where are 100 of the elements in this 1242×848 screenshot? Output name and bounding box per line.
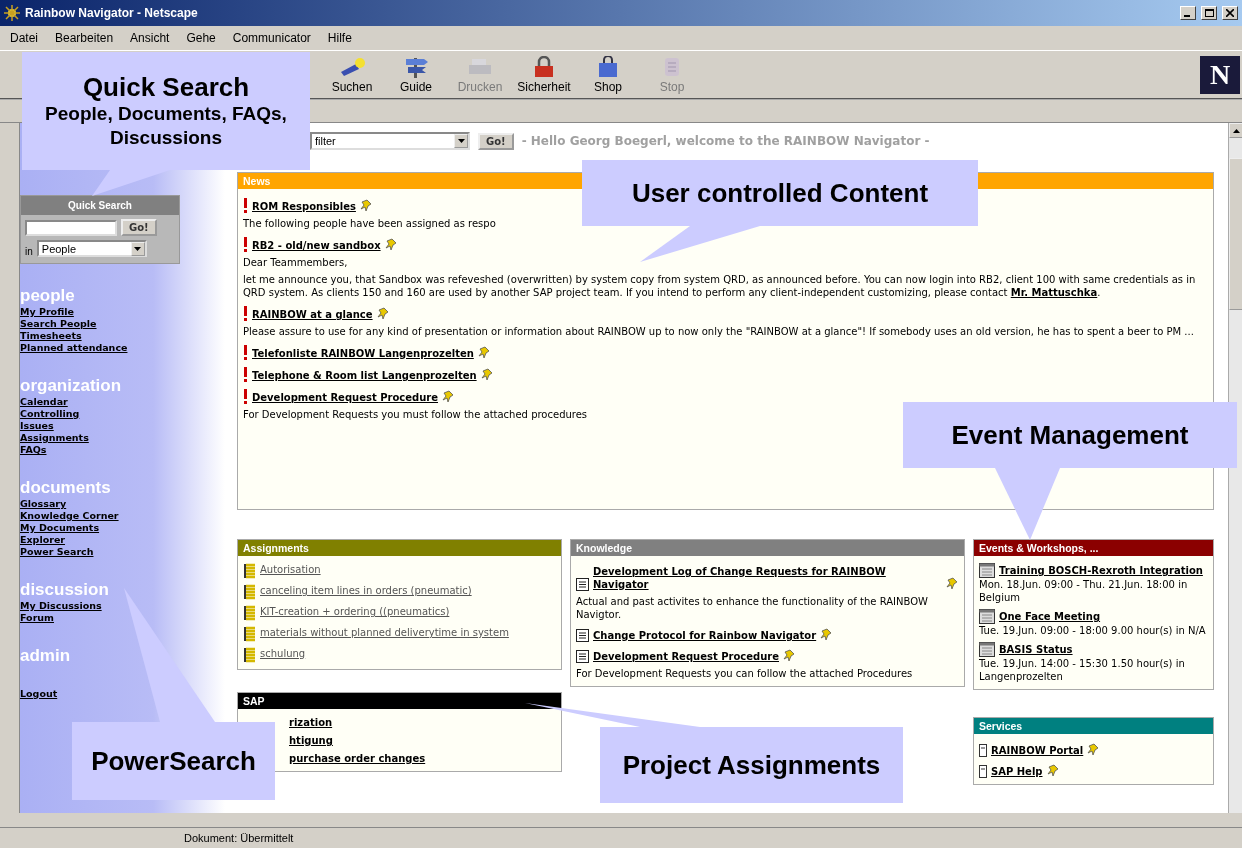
menu-item[interactable]: Hilfe (327, 29, 352, 47)
panel-header: SAP (238, 693, 561, 709)
sidebar-link[interactable]: Power Search (20, 546, 94, 558)
sidebar-link[interactable]: Controlling (20, 408, 80, 420)
event-link[interactable]: One Face Meeting (999, 610, 1101, 623)
service-link[interactable]: RAINBOW Portal (991, 744, 1084, 757)
headline-link[interactable]: RAINBOW at a glance (252, 308, 373, 321)
sidebar-link[interactable]: Calendar (20, 396, 68, 408)
filter-dropdown[interactable]: filter (310, 132, 470, 150)
assignment-link[interactable]: KIT-creation + ordering ((pneumatics) (260, 605, 450, 618)
assignment-link[interactable]: Autorisation (260, 563, 321, 576)
toolbar-button[interactable]: Suchen (320, 53, 384, 96)
assignment-link[interactable]: canceling item lines in orders (pneumatic) (260, 584, 472, 597)
close-button[interactable] (1222, 6, 1238, 20)
section-heading: organization (20, 376, 123, 396)
sidebar-link[interactable]: Assignments (20, 432, 89, 444)
menu-item[interactable]: Bearbeiten (55, 29, 114, 47)
headline-link[interactable]: Development Request Procedure (593, 650, 779, 663)
exclamation-icon (243, 198, 248, 213)
headline-link[interactable]: Development Request Procedure (252, 391, 438, 404)
sidebar-link[interactable]: Glossary (20, 498, 67, 510)
sidebar-link[interactable]: Planned attendance (20, 342, 128, 354)
go-button[interactable]: Go! (478, 132, 514, 150)
document-icon (576, 578, 589, 591)
page-icon (979, 765, 987, 778)
headline-link[interactable]: RB2 - old/new sandbox (252, 239, 381, 252)
service-link[interactable]: SAP Help (991, 765, 1043, 778)
scroll-thumb[interactable] (1229, 158, 1242, 310)
exclamation-icon (243, 306, 248, 321)
document-icon (576, 629, 589, 642)
sidebar-link[interactable]: My Documents (20, 522, 100, 534)
section-heading: admin (20, 646, 72, 666)
callout-title: Project Assignments (622, 750, 881, 780)
toolbar-button[interactable]: Sicherheit (512, 53, 576, 96)
sidebar-link[interactable]: Search People (20, 318, 97, 330)
sidebar-link[interactable]: Forum (20, 612, 54, 624)
scrollbar[interactable] (1228, 123, 1242, 813)
panel-header: Services (974, 718, 1213, 734)
sap-link[interactable]: htigung (289, 734, 333, 747)
callout-title: PowerSearch (91, 746, 256, 776)
document-icon (576, 650, 589, 663)
menu-item[interactable]: Communicator (232, 29, 311, 47)
go-button[interactable]: Go! (121, 219, 157, 236)
sap-link[interactable]: rization (289, 716, 333, 729)
toolbar-button[interactable]: Shop (576, 53, 640, 96)
sap-link[interactable]: purchase order changes (289, 752, 426, 765)
headline-link[interactable]: Development Log of Change Requests for RAINBOW Navigator (593, 565, 943, 591)
calendar-icon (979, 609, 995, 624)
news-text: Please assure to use for any kind of presentation or information about RAINBOW up to now only the "RAINBOW at a glance"! If somebody uses an old version, he has to spent a beer to PM ... (243, 325, 1195, 338)
headline-link[interactable]: ROM Responsibles (252, 200, 356, 213)
flashlight-icon (338, 55, 366, 78)
pin-icon (946, 577, 959, 591)
sidebar-link[interactable]: FAQs (20, 444, 47, 456)
scroll-up-icon (1232, 128, 1240, 133)
event-link[interactable]: Training BOSCH-Rexroth Integration (999, 564, 1203, 577)
menu-item[interactable]: Datei (10, 29, 38, 47)
sidebar-link[interactable]: My Discussions (20, 600, 102, 612)
pin-icon (376, 307, 390, 321)
news-text: The following people have been assigned as respo (243, 217, 497, 230)
dropdown-arrow-icon (134, 246, 142, 251)
stack-icon (243, 647, 257, 663)
headline-link[interactable]: Telefonliste RAINBOW Langenprozelten (252, 347, 474, 360)
window-title: Rainbow Navigator - Netscape (25, 6, 199, 20)
scope-dropdown[interactable]: People (36, 240, 147, 257)
sidebar-link[interactable]: Logout (20, 688, 58, 700)
sidebar-link[interactable]: Timesheets (20, 330, 82, 342)
dropdown-arrow-icon (457, 139, 465, 143)
exclamation-icon (243, 389, 248, 404)
menu-item[interactable]: Gehe (186, 29, 216, 47)
callout-subtitle: People, Documents, FAQs, Discussions (44, 102, 288, 150)
maximize-button[interactable] (1201, 6, 1217, 20)
assignment-link[interactable]: materials without planned deliverytime in system (260, 626, 509, 639)
sidebar-link[interactable]: Knowledge Corner (20, 510, 119, 522)
menu-item[interactable]: Ansicht (130, 29, 170, 47)
sidebar-link[interactable]: Issues (20, 420, 54, 432)
sidebar-link[interactable]: Explorer (20, 534, 65, 546)
headline-link[interactable]: Change Protocol for Rainbow Navigator (593, 629, 817, 642)
maximize-icon (1204, 9, 1214, 17)
event-link[interactable]: BASIS Status (999, 643, 1073, 656)
stack-icon (243, 584, 257, 600)
minimize-button[interactable] (1180, 6, 1196, 20)
close-icon (1226, 9, 1234, 17)
pin-icon (477, 346, 491, 360)
calendar-icon (979, 642, 995, 657)
exclamation-icon (243, 237, 248, 252)
pin-icon (1087, 743, 1101, 757)
greeting-text: - Hello Georg Boegerl, welcome to the RAINBOW Navigator - (521, 134, 930, 148)
search-field[interactable] (25, 219, 117, 236)
toolbar-button[interactable]: Guide (384, 53, 448, 96)
headline-link[interactable]: Telephone & Room list Langenprozelten (252, 369, 477, 382)
event-details: Tue. 19.Jun. 14:00 - 15:30 1.50 hour(s) in Langenprozelten (979, 657, 1186, 683)
section-heading: documents (20, 478, 112, 498)
app-icon (4, 5, 20, 21)
panel-header: Events & Workshops, ... (974, 540, 1213, 556)
callout-title: Quick Search (82, 72, 250, 102)
panel-title: Quick Search (21, 196, 179, 215)
section-heading: discussion (20, 580, 110, 600)
assignment-link[interactable]: schulung (260, 647, 306, 660)
sidebar-link[interactable]: My Profile (20, 306, 74, 318)
pin-icon (442, 390, 455, 404)
